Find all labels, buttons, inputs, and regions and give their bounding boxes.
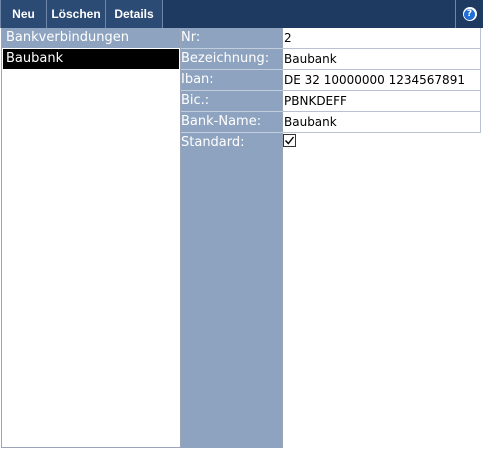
bank-accounts-header: Bankverbindungen xyxy=(2,28,180,48)
bic-label: Bic.: xyxy=(181,91,283,112)
bezeichnung-field[interactable]: Baubank xyxy=(283,49,481,70)
help-button[interactable]: ? xyxy=(455,0,483,28)
checkmark-icon xyxy=(284,136,295,145)
delete-button[interactable]: Löschen xyxy=(47,0,106,28)
form-labels-column: Nr: Bezeichnung: Iban: Bic.: Bank-Name: … xyxy=(181,28,283,448)
bank-name-field[interactable]: Baubank xyxy=(283,112,481,133)
nr-label: Nr: xyxy=(181,28,283,49)
list-item[interactable]: Baubank xyxy=(3,49,179,69)
bank-accounts-panel: Bankverbindungen Baubank xyxy=(1,28,181,448)
standard-checkbox[interactable] xyxy=(283,134,296,147)
new-button[interactable]: Neu xyxy=(0,0,47,28)
standard-label: Standard: xyxy=(181,135,245,150)
bic-field[interactable]: PBNKDEFF xyxy=(283,91,481,112)
bank-name-label: Bank-Name: xyxy=(181,112,283,133)
iban-label: Iban: xyxy=(181,70,283,91)
iban-field[interactable]: DE 32 10000000 1234567891 xyxy=(283,70,481,91)
help-icon[interactable]: ? xyxy=(462,7,477,21)
nr-field[interactable]: 2 xyxy=(283,28,481,49)
toolbar: Neu Löschen Details ? xyxy=(0,0,483,28)
bezeichnung-label: Bezeichnung: xyxy=(181,49,283,70)
help-icon-glyph: ? xyxy=(464,8,475,20)
details-button[interactable]: Details xyxy=(106,0,163,28)
